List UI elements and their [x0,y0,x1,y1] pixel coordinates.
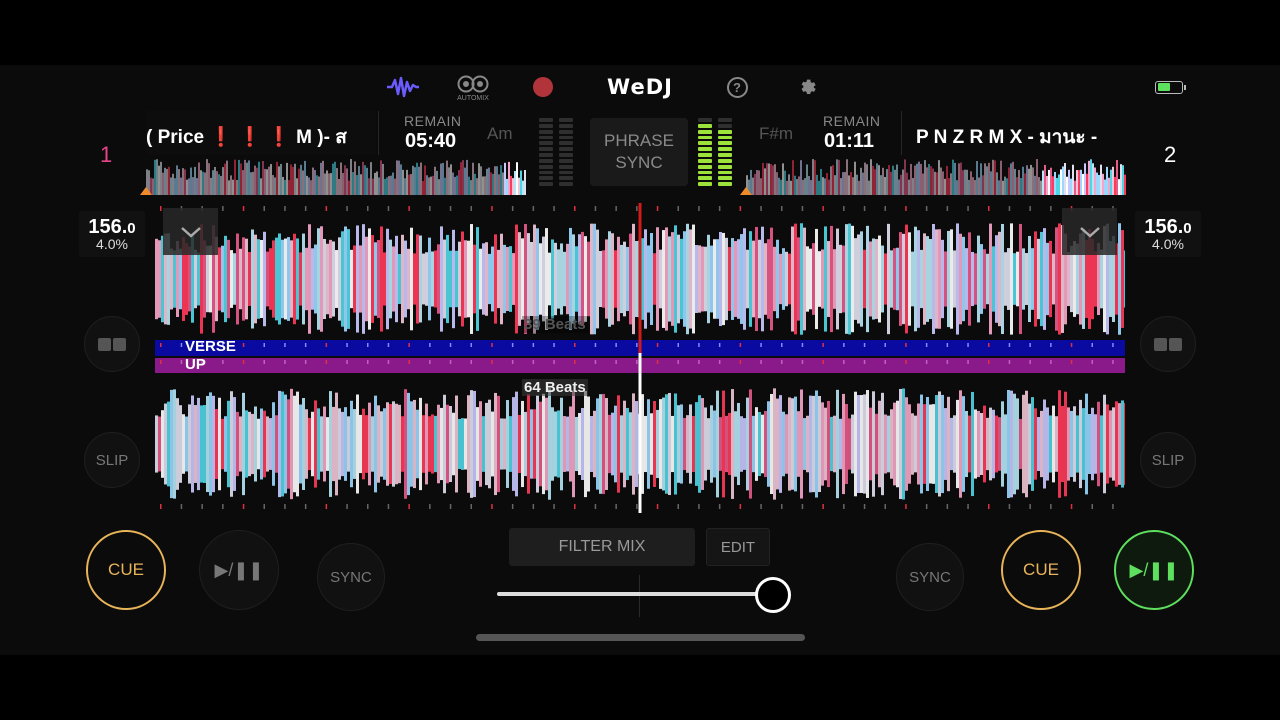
deck2-phrase-label: UP [185,356,206,373]
deck2-play-pause-button[interactable]: ▶/❚❚ [1114,530,1194,610]
deck2-remain-time: 01:11 [824,130,875,152]
deck2-level-meter [698,118,742,186]
deck2-bpm-decimal: 0 [1183,220,1192,237]
deck2-sync-button[interactable]: SYNC [896,543,964,611]
automix-icon [457,75,489,92]
deck1-overview-waveform[interactable] [140,157,532,195]
divider [378,111,379,155]
deck1-level-meter [539,118,583,186]
deck2-slip-button[interactable]: SLIP [1140,432,1196,488]
deck2-number: 2 [1164,142,1177,167]
deck2-overview-waveform[interactable] [740,157,1132,195]
top-toolbar: AUTOMIX WeDJ ? [0,65,1280,110]
app-logo: WeDJ [607,75,673,99]
deck1-bpm-display[interactable]: 156.0 4.0% [79,211,145,257]
automix-label: AUTOMIX [457,94,489,102]
dj-app: AUTOMIX WeDJ ? 1 ( Price ❗ ❗ ❗ M )- ส RE… [0,65,1280,655]
deck1-slip-button[interactable]: SLIP [84,432,140,488]
deck2-track-title: P N Z R M X - มานะ - [916,127,1098,148]
deck1-sync-button[interactable]: SYNC [317,543,385,611]
waveform-icon[interactable] [385,75,421,99]
phrase-sync-line2: SYNC [615,153,663,172]
deck2-key: F#m [759,124,793,143]
crossfader-center-mark [639,575,640,617]
main-waveform-display[interactable] [155,203,1125,513]
battery-icon [1153,75,1186,99]
deck2-cue-button[interactable]: CUE [1001,530,1081,610]
deck1-phrase-label: VERSE [185,338,236,355]
deck1-beats-countdown: 39 Beats [522,316,588,333]
deck1-playhead [638,203,642,353]
record-button[interactable] [531,75,555,99]
deck1-play-pause-button[interactable]: ▶/❚❚ [199,530,279,610]
filter-mix-button[interactable]: FILTER MIX [509,528,695,566]
edit-button[interactable]: EDIT [706,528,770,566]
deck1-cue-button[interactable]: CUE [86,530,166,610]
deck1-remain-time: 05:40 [405,130,457,152]
pads-icon [98,337,126,351]
crossfader-knob[interactable] [754,577,791,613]
phrase-sync-line1: PHRASE [604,131,674,150]
deck1-loop-toggle[interactable] [84,316,140,372]
deck1-bpm-decimal: 0 [127,220,136,237]
record-icon [533,77,553,97]
pads-icon [1154,337,1182,351]
chevron-down-icon [180,226,201,238]
deck1-track-title: ( Price ❗ ❗ ❗ M )- ส [146,127,347,148]
phrase-sync-button[interactable]: PHRASE SYNC [590,118,688,186]
chevron-down-icon [1079,226,1100,238]
help-icon: ? [726,76,748,98]
divider [901,111,902,155]
settings-button[interactable] [795,75,819,99]
deck1-number: 1 [100,142,113,167]
deck2-collapse-button[interactable] [1062,208,1117,255]
deck2-bpm: 156. [1144,216,1184,238]
deck1-bpm: 156. [88,216,128,238]
deck2-bpm-display[interactable]: 156.0 4.0% [1135,211,1201,257]
crossfader-track[interactable] [497,592,787,596]
settings-icon [801,79,816,94]
deck2-playhead [638,353,642,513]
automix-button[interactable]: AUTOMIX [455,72,491,104]
deck1-collapse-button[interactable] [163,208,218,255]
deck1-remain-label: REMAIN [404,113,462,129]
deck1-key: Am [487,124,513,143]
deck2-beats-countdown: 64 Beats [522,379,588,396]
deck2-remain-label: REMAIN [823,113,881,129]
home-indicator [476,634,805,641]
help-button[interactable]: ? [725,75,749,99]
deck2-loop-toggle[interactable] [1140,316,1196,372]
